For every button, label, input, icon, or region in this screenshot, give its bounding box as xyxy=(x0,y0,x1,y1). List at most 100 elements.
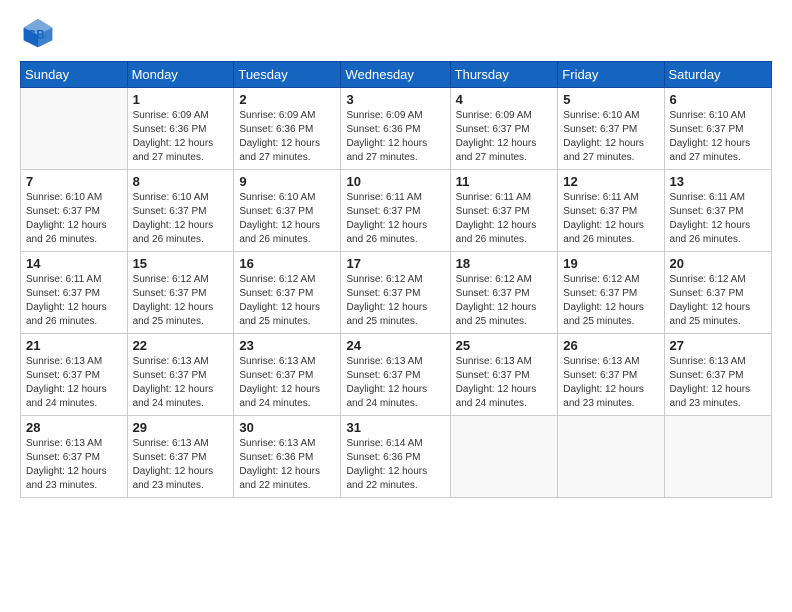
day-number: 1 xyxy=(133,92,229,107)
day-number: 25 xyxy=(456,338,553,353)
week-row-5: 28 Sunrise: 6:13 AM Sunset: 6:37 PM Dayli… xyxy=(21,416,772,498)
day-cell: 20 Sunrise: 6:12 AM Sunset: 6:37 PM Dayli… xyxy=(664,252,771,334)
day-info: Sunrise: 6:13 AM Sunset: 6:37 PM Dayligh… xyxy=(670,355,766,411)
svg-text:GB: GB xyxy=(27,28,45,41)
day-number: 4 xyxy=(456,92,553,107)
day-cell: 23 Sunrise: 6:13 AM Sunset: 6:37 PM Dayli… xyxy=(234,334,341,416)
day-info: Sunrise: 6:09 AM Sunset: 6:36 PM Dayligh… xyxy=(239,109,335,165)
day-cell xyxy=(450,416,558,498)
weekday-wednesday: Wednesday xyxy=(341,62,450,88)
day-number: 12 xyxy=(563,174,658,189)
day-cell: 5 Sunrise: 6:10 AM Sunset: 6:37 PM Daylig… xyxy=(558,88,664,170)
day-cell: 27Sunrise: 6:13 AM Sunset: 6:37 PM Dayli… xyxy=(664,334,771,416)
day-info: Sunrise: 6:13 AM Sunset: 6:37 PM Dayligh… xyxy=(563,355,658,411)
day-info: Sunrise: 6:13 AM Sunset: 6:37 PM Dayligh… xyxy=(346,355,444,411)
day-cell: 10 Sunrise: 6:11 AM Sunset: 6:37 PM Dayli… xyxy=(341,170,450,252)
day-info: Sunrise: 6:10 AM Sunset: 6:37 PM Dayligh… xyxy=(670,109,766,165)
day-info: Sunrise: 6:13 AM Sunset: 6:36 PM Dayligh… xyxy=(239,437,335,493)
day-info: Sunrise: 6:11 AM Sunset: 6:37 PM Dayligh… xyxy=(346,191,444,247)
day-cell: 4 Sunrise: 6:09 AM Sunset: 6:37 PM Daylig… xyxy=(450,88,558,170)
day-number: 15 xyxy=(133,256,229,271)
day-cell: 9Sunrise: 6:10 AM Sunset: 6:37 PM Daylig… xyxy=(234,170,341,252)
calendar-table: SundayMondayTuesdayWednesdayThursdayFrid… xyxy=(20,61,772,498)
day-number: 17 xyxy=(346,256,444,271)
day-info: Sunrise: 6:11 AM Sunset: 6:37 PM Dayligh… xyxy=(456,191,553,247)
page: GB SundayMondayTuesdayWednesdayThursdayF… xyxy=(0,0,792,612)
day-number: 19 xyxy=(563,256,658,271)
day-cell: 28 Sunrise: 6:13 AM Sunset: 6:37 PM Dayli… xyxy=(21,416,128,498)
day-number: 24 xyxy=(346,338,444,353)
day-cell: 6Sunrise: 6:10 AM Sunset: 6:37 PM Daylig… xyxy=(664,88,771,170)
day-info: Sunrise: 6:14 AM Sunset: 6:36 PM Dayligh… xyxy=(346,437,444,493)
day-cell xyxy=(21,88,128,170)
day-info: Sunrise: 6:13 AM Sunset: 6:37 PM Dayligh… xyxy=(133,355,229,411)
day-info: Sunrise: 6:12 AM Sunset: 6:37 PM Dayligh… xyxy=(346,273,444,329)
day-cell: 8Sunrise: 6:10 AM Sunset: 6:37 PM Daylig… xyxy=(127,170,234,252)
day-number: 20 xyxy=(670,256,766,271)
day-cell: 17 Sunrise: 6:12 AM Sunset: 6:37 PM Dayli… xyxy=(341,252,450,334)
day-cell: 18 Sunrise: 6:12 AM Sunset: 6:37 PM Dayli… xyxy=(450,252,558,334)
logo-icon: GB xyxy=(20,15,56,51)
day-number: 16 xyxy=(239,256,335,271)
week-row-1: 1 Sunrise: 6:09 AM Sunset: 6:36 PM Daylig… xyxy=(21,88,772,170)
day-cell: 2Sunrise: 6:09 AM Sunset: 6:36 PM Daylig… xyxy=(234,88,341,170)
week-row-4: 21 Sunrise: 6:13 AM Sunset: 6:37 PM Dayli… xyxy=(21,334,772,416)
day-cell xyxy=(558,416,664,498)
day-cell: 7 Sunrise: 6:10 AM Sunset: 6:37 PM Daylig… xyxy=(21,170,128,252)
weekday-thursday: Thursday xyxy=(450,62,558,88)
day-cell: 29 Sunrise: 6:13 AM Sunset: 6:37 PM Dayli… xyxy=(127,416,234,498)
day-number: 26 xyxy=(563,338,658,353)
day-info: Sunrise: 6:11 AM Sunset: 6:37 PM Dayligh… xyxy=(26,273,122,329)
day-number: 28 xyxy=(26,420,122,435)
day-info: Sunrise: 6:10 AM Sunset: 6:37 PM Dayligh… xyxy=(133,191,229,247)
weekday-monday: Monday xyxy=(127,62,234,88)
weekday-saturday: Saturday xyxy=(664,62,771,88)
week-row-2: 7 Sunrise: 6:10 AM Sunset: 6:37 PM Daylig… xyxy=(21,170,772,252)
day-cell: 22Sunrise: 6:13 AM Sunset: 6:37 PM Dayli… xyxy=(127,334,234,416)
day-cell: 26 Sunrise: 6:13 AM Sunset: 6:37 PM Dayli… xyxy=(558,334,664,416)
weekday-header-row: SundayMondayTuesdayWednesdayThursdayFrid… xyxy=(21,62,772,88)
day-cell: 21 Sunrise: 6:13 AM Sunset: 6:37 PM Dayli… xyxy=(21,334,128,416)
day-info: Sunrise: 6:09 AM Sunset: 6:37 PM Dayligh… xyxy=(456,109,553,165)
day-info: Sunrise: 6:13 AM Sunset: 6:37 PM Dayligh… xyxy=(26,355,122,411)
day-number: 23 xyxy=(239,338,335,353)
day-cell: 16 Sunrise: 6:12 AM Sunset: 6:37 PM Dayli… xyxy=(234,252,341,334)
day-info: Sunrise: 6:13 AM Sunset: 6:37 PM Dayligh… xyxy=(239,355,335,411)
header: GB xyxy=(20,15,772,51)
day-number: 31 xyxy=(346,420,444,435)
day-info: Sunrise: 6:12 AM Sunset: 6:37 PM Dayligh… xyxy=(670,273,766,329)
day-number: 21 xyxy=(26,338,122,353)
day-cell: 12Sunrise: 6:11 AM Sunset: 6:37 PM Dayli… xyxy=(558,170,664,252)
day-number: 10 xyxy=(346,174,444,189)
day-number: 14 xyxy=(26,256,122,271)
day-cell: 31 Sunrise: 6:14 AM Sunset: 6:36 PM Dayli… xyxy=(341,416,450,498)
day-info: Sunrise: 6:12 AM Sunset: 6:37 PM Dayligh… xyxy=(456,273,553,329)
day-info: Sunrise: 6:09 AM Sunset: 6:36 PM Dayligh… xyxy=(346,109,444,165)
day-number: 13 xyxy=(670,174,766,189)
day-info: Sunrise: 6:12 AM Sunset: 6:37 PM Dayligh… xyxy=(239,273,335,329)
day-number: 7 xyxy=(26,174,122,189)
day-number: 18 xyxy=(456,256,553,271)
day-cell xyxy=(664,416,771,498)
day-cell: 3 Sunrise: 6:09 AM Sunset: 6:36 PM Daylig… xyxy=(341,88,450,170)
day-number: 9 xyxy=(239,174,335,189)
day-number: 29 xyxy=(133,420,229,435)
day-info: Sunrise: 6:10 AM Sunset: 6:37 PM Dayligh… xyxy=(26,191,122,247)
day-info: Sunrise: 6:13 AM Sunset: 6:37 PM Dayligh… xyxy=(26,437,122,493)
day-cell: 24 Sunrise: 6:13 AM Sunset: 6:37 PM Dayli… xyxy=(341,334,450,416)
day-number: 3 xyxy=(346,92,444,107)
weekday-friday: Friday xyxy=(558,62,664,88)
day-cell: 1Sunrise: 6:09 AM Sunset: 6:36 PM Daylig… xyxy=(127,88,234,170)
day-number: 11 xyxy=(456,174,553,189)
day-cell: 11 Sunrise: 6:11 AM Sunset: 6:37 PM Dayli… xyxy=(450,170,558,252)
day-cell: 14 Sunrise: 6:11 AM Sunset: 6:37 PM Dayli… xyxy=(21,252,128,334)
week-row-3: 14 Sunrise: 6:11 AM Sunset: 6:37 PM Dayli… xyxy=(21,252,772,334)
day-info: Sunrise: 6:12 AM Sunset: 6:37 PM Dayligh… xyxy=(563,273,658,329)
day-info: Sunrise: 6:10 AM Sunset: 6:37 PM Dayligh… xyxy=(563,109,658,165)
day-number: 5 xyxy=(563,92,658,107)
day-info: Sunrise: 6:13 AM Sunset: 6:37 PM Dayligh… xyxy=(133,437,229,493)
day-cell: 30Sunrise: 6:13 AM Sunset: 6:36 PM Dayli… xyxy=(234,416,341,498)
weekday-sunday: Sunday xyxy=(21,62,128,88)
day-info: Sunrise: 6:13 AM Sunset: 6:37 PM Dayligh… xyxy=(456,355,553,411)
day-cell: 25 Sunrise: 6:13 AM Sunset: 6:37 PM Dayli… xyxy=(450,334,558,416)
